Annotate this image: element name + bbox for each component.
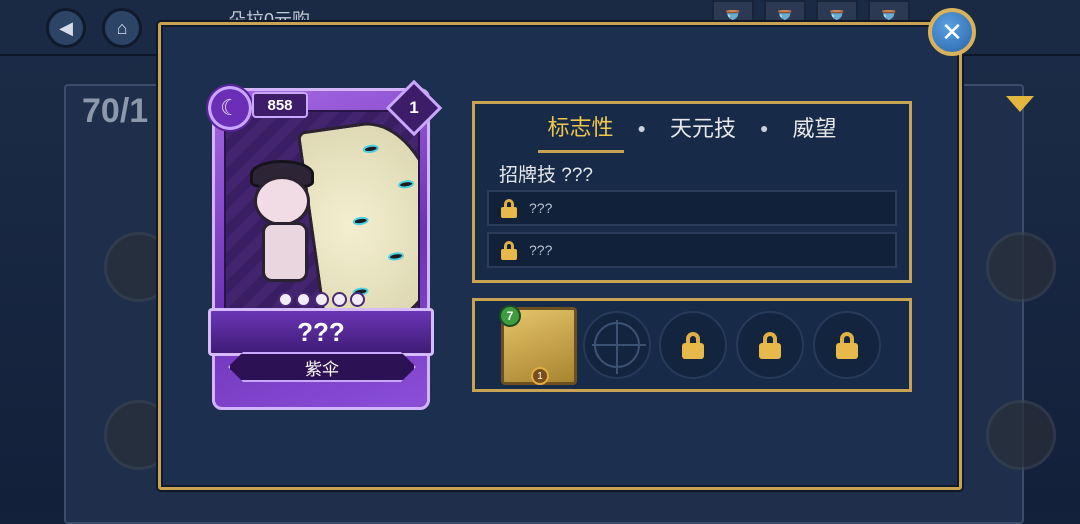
background-avatar xyxy=(986,400,1056,470)
background-avatar xyxy=(986,232,1056,302)
skill-slot-label: ??? xyxy=(529,242,553,258)
skull-icon xyxy=(314,292,329,307)
skill-slot-label: ??? xyxy=(529,200,553,216)
skull-icon xyxy=(332,292,347,307)
skull-icon xyxy=(278,292,293,307)
umbrella-eye xyxy=(352,215,370,227)
collection-count: 70/1 xyxy=(82,92,149,130)
empty-equipment-slot[interactable] xyxy=(583,311,651,379)
locked-equipment-slot[interactable] xyxy=(659,311,727,379)
character-subname: 紫伞 xyxy=(228,352,416,382)
character-body xyxy=(262,222,308,282)
character-head xyxy=(254,176,310,226)
tab-signature[interactable]: 标志性 xyxy=(537,104,624,153)
skill-slot[interactable]: ??? xyxy=(487,190,897,226)
signature-skill-title: 招牌技 ??? xyxy=(499,165,593,186)
locked-equipment-slot[interactable] xyxy=(736,311,804,379)
tab-prestige[interactable]: 威望 xyxy=(782,105,846,151)
rank-skulls xyxy=(278,292,365,307)
tab-separator: ● xyxy=(760,120,769,136)
skull-icon xyxy=(296,292,311,307)
umbrella-eye xyxy=(397,179,415,190)
umbrella-eye xyxy=(362,143,380,154)
lock-icon xyxy=(759,332,781,359)
lock-icon xyxy=(682,332,704,359)
equipment-panel: 7 1 xyxy=(472,298,912,392)
lock-icon xyxy=(501,241,517,260)
character-name: ??? xyxy=(208,308,434,356)
back-arrow-icon[interactable]: ◀ xyxy=(46,8,86,48)
power-value: 858 xyxy=(252,92,308,118)
tab-tianyuan[interactable]: 天元技 xyxy=(660,105,746,151)
home-icon[interactable]: ⌂ xyxy=(102,8,142,48)
filter-icon[interactable] xyxy=(1006,96,1034,112)
skill-slot[interactable]: ??? xyxy=(487,232,897,268)
locked-equipment-slot[interactable] xyxy=(813,311,881,379)
lock-icon xyxy=(501,199,517,218)
equipment-level-badge: 7 xyxy=(499,305,521,327)
moon-icon: ☾ xyxy=(206,84,254,132)
lock-icon xyxy=(836,332,858,359)
character-card[interactable]: ☾ 858 1 ??? 紫伞 xyxy=(206,79,443,414)
equipment-count-badge: 1 xyxy=(531,367,549,385)
level-value: 1 xyxy=(409,98,419,117)
target-icon xyxy=(594,322,640,368)
tab-bar: 标志性 ● 天元技 ● 威望 xyxy=(475,104,909,153)
close-icon[interactable]: ✕ xyxy=(928,8,976,56)
skull-icon xyxy=(350,292,365,307)
umbrella-eye xyxy=(387,251,405,262)
skills-panel: 标志性 ● 天元技 ● 威望 招牌技 ??? ??? ??? xyxy=(472,101,912,283)
tab-separator: ● xyxy=(637,120,646,136)
